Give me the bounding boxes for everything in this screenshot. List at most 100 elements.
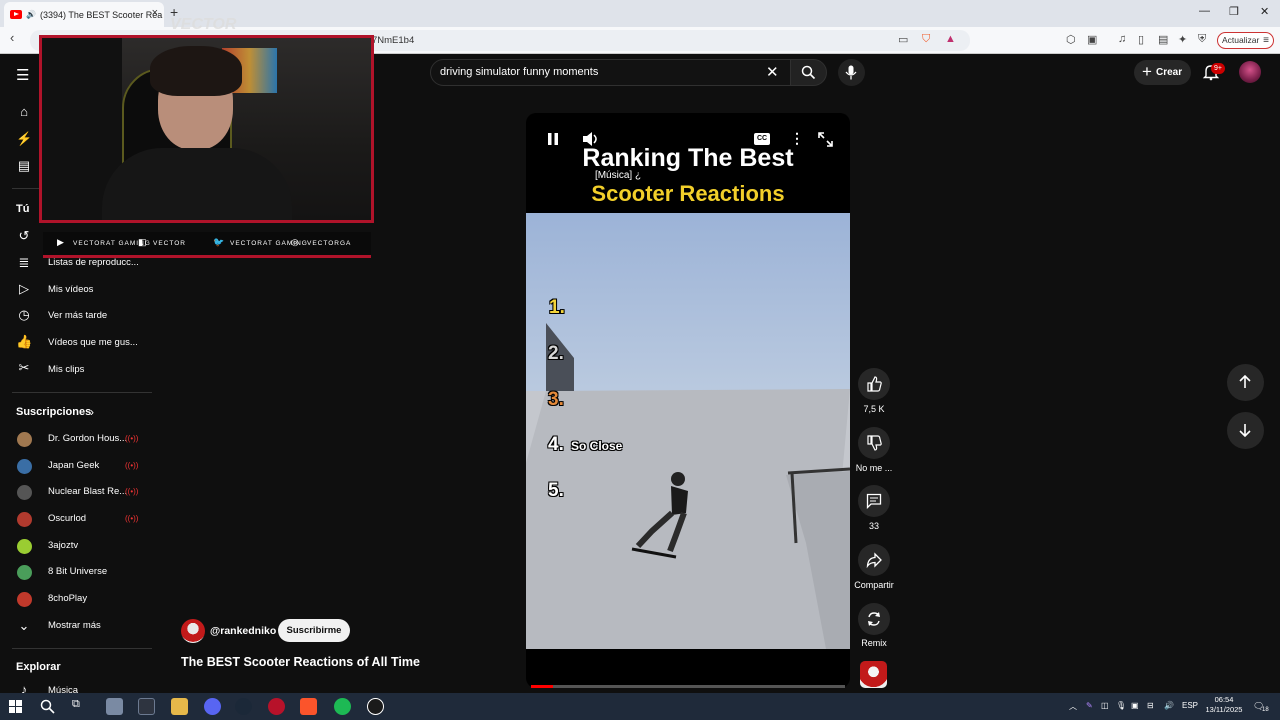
brave-shield-icon[interactable]: ⛉ (922, 33, 930, 46)
close-window-icon[interactable]: ✕ (1260, 5, 1269, 18)
clips-icon[interactable]: ✂ (16, 360, 32, 376)
captions-icon[interactable]: CC (754, 133, 770, 145)
clear-search-icon[interactable]: ✕ (766, 63, 779, 81)
tray-mic-icon[interactable]: 🎙 (1116, 701, 1126, 710)
extensions-icon[interactable]: ⬡ (1066, 33, 1076, 46)
social-bar: ▶ VECTORAT GAMING ◧ VECTOR 🐦 VECTORAT GA… (43, 232, 371, 258)
tab-icon[interactable]: ▣ (1087, 33, 1097, 46)
subscriptions-icon[interactable]: ▤ (16, 158, 32, 174)
app-icon[interactable] (268, 698, 285, 715)
rank-4-label: 4. (548, 434, 564, 455)
dislike-button[interactable] (858, 427, 890, 459)
search-button[interactable] (790, 59, 827, 86)
sidebar-item-your-videos[interactable]: Mis vídeos (48, 284, 93, 295)
account-avatar[interactable] (1239, 61, 1261, 83)
subscription-avatar[interactable] (17, 432, 32, 447)
wallet-icon[interactable]: ▤ (1158, 33, 1168, 46)
voice-search-button[interactable] (838, 59, 865, 86)
minimize-icon[interactable]: — (1199, 5, 1210, 17)
guide-menu-icon[interactable]: ☰ (16, 66, 30, 84)
spotify-icon[interactable] (334, 698, 351, 715)
subscriptions-heading[interactable]: Suscripciones (16, 406, 91, 418)
subscription-item[interactable]: 8 Bit Universe (48, 566, 107, 577)
subscription-item[interactable]: Japan Geek (48, 460, 99, 471)
watch-later-icon[interactable]: ◷ (16, 307, 32, 323)
search-input[interactable]: driving simulator funny moments (430, 59, 792, 86)
sidebar-item-playlists[interactable]: Listas de reproducc... (48, 257, 139, 268)
subscription-item[interactable]: Oscurlod (48, 513, 86, 524)
app-icon[interactable] (106, 698, 123, 715)
brave-browser-icon[interactable] (300, 698, 317, 715)
liked-videos-icon[interactable]: 👍 (16, 334, 32, 350)
channel-handle[interactable]: @rankedniko (210, 625, 276, 637)
fullscreen-icon[interactable] (818, 132, 833, 147)
tray-app-icon[interactable]: ▣ (1131, 701, 1139, 710)
obs-icon[interactable] (367, 698, 384, 715)
discord-icon[interactable] (204, 698, 221, 715)
home-icon[interactable]: ⌂ (16, 104, 32, 120)
chevron-down-icon[interactable]: ⌄ (16, 618, 32, 634)
shorts-icon[interactable]: ⚡ (16, 131, 32, 147)
rewards-icon[interactable]: ▲ (945, 33, 956, 45)
subscription-item[interactable]: 3ajoztv (48, 540, 78, 551)
like-button[interactable] (858, 368, 890, 400)
channel-avatar[interactable] (181, 619, 205, 643)
pause-icon[interactable] (546, 132, 560, 146)
subscription-item[interactable]: Nuclear Blast Re... (48, 486, 127, 497)
update-button[interactable]: Actualizar ≡ (1217, 32, 1274, 49)
share-button[interactable] (858, 544, 890, 576)
taskbar-search-icon[interactable] (40, 699, 55, 714)
remix-button[interactable] (858, 603, 890, 635)
steam-icon[interactable] (235, 698, 252, 715)
create-button[interactable]: Crear (1134, 59, 1191, 85)
cast-icon[interactable]: ▭ (898, 33, 908, 46)
back-icon[interactable]: ‹ (10, 30, 14, 45)
tray-volume-icon[interactable]: 🔊 (1164, 701, 1174, 710)
subscription-avatar[interactable] (17, 565, 32, 580)
vpn-icon[interactable]: ⛨ (1198, 33, 1206, 46)
tray-chevron-icon[interactable]: ︿ (1069, 701, 1077, 712)
windows-start-icon[interactable] (9, 700, 22, 713)
restore-icon[interactable]: ❐ (1229, 5, 1239, 18)
you-heading[interactable]: Tú (16, 203, 29, 215)
browser-tab[interactable]: 🔊 (3394) The BEST Scooter Rea × (4, 2, 164, 27)
app-icon[interactable] (138, 698, 155, 715)
system-clock[interactable]: 06:54 13/11/2025 (1200, 695, 1248, 715)
previous-short-button[interactable] (1227, 364, 1264, 401)
history-icon[interactable]: ↺ (16, 228, 32, 244)
task-view-icon[interactable]: ⧉ (72, 698, 89, 715)
dislike-label: No me ... (855, 463, 893, 473)
close-tab-icon[interactable]: × (152, 7, 158, 19)
short-title[interactable]: The BEST Scooter Reactions of All Time (181, 655, 420, 669)
sidebar-item-clips[interactable]: Mis clips (48, 364, 84, 375)
progress-track[interactable] (531, 685, 845, 688)
subscription-avatar[interactable] (17, 539, 32, 554)
remix-label: Remix (861, 638, 887, 648)
sound-source-thumbnail[interactable] (860, 661, 887, 688)
tray-app-icon[interactable]: ✎ (1086, 701, 1093, 710)
volume-icon[interactable] (582, 131, 599, 147)
file-explorer-icon[interactable] (171, 698, 188, 715)
sidebar-item-watch-later[interactable]: Ver más tarde (48, 310, 107, 321)
sidebar-icon[interactable]: ▯ (1138, 33, 1144, 46)
speaker-icon[interactable]: 🔊 (26, 10, 36, 19)
your-videos-icon[interactable]: ▷ (16, 281, 32, 297)
subscription-avatar[interactable] (17, 485, 32, 500)
comments-button[interactable] (858, 485, 890, 517)
show-more-link[interactable]: Mostrar más (48, 620, 101, 631)
more-options-icon[interactable]: ⋮ (790, 130, 804, 147)
tray-network-icon[interactable]: ⊟ (1147, 701, 1154, 710)
subscribe-button[interactable]: Suscribirme (278, 619, 350, 642)
language-indicator[interactable]: ESP (1182, 701, 1198, 710)
subscription-avatar[interactable] (17, 592, 32, 607)
playlists-icon[interactable]: ≣ (16, 255, 32, 271)
tray-app-icon[interactable]: ◫ (1101, 701, 1109, 710)
subscription-item[interactable]: 8choPlay (48, 593, 87, 604)
subscription-avatar[interactable] (17, 512, 32, 527)
subscription-item[interactable]: Dr. Gordon Hous... (48, 433, 127, 444)
sidebar-item-liked-videos[interactable]: Vídeos que me gus... (48, 337, 138, 348)
next-short-button[interactable] (1227, 412, 1264, 449)
subscription-avatar[interactable] (17, 459, 32, 474)
music-icon[interactable]: ♫ (1118, 33, 1126, 45)
leo-icon[interactable]: ✦ (1178, 33, 1187, 46)
